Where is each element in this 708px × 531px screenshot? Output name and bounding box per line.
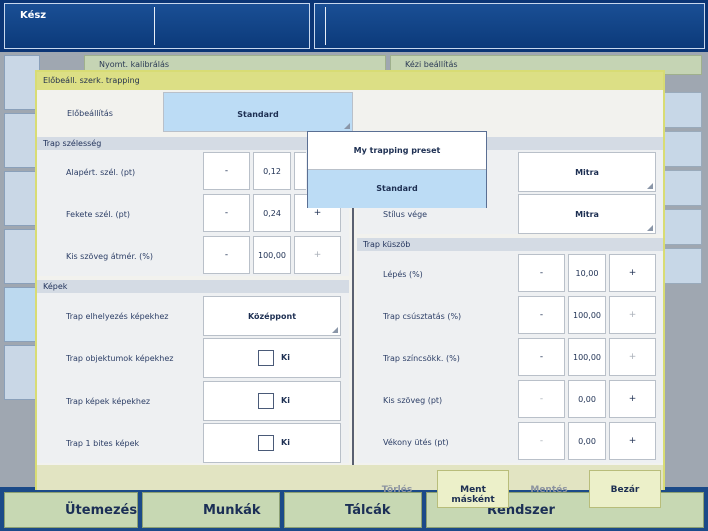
dialog-title: Előbeáll. szerk. trapping — [37, 72, 663, 90]
status-text: Kész — [20, 10, 47, 21]
nav-schedule-button[interactable]: Ütemezés — [4, 492, 138, 528]
save-button[interactable]: Mentés — [512, 472, 586, 508]
row-label: Trap képek képekhez — [66, 397, 151, 406]
value-field[interactable]: 0,00 — [568, 380, 606, 418]
tab-label: Kézi beállítás — [405, 60, 458, 69]
decrement-button[interactable]: - — [518, 254, 565, 292]
preset-select[interactable]: Standard — [163, 92, 353, 132]
preset-dropdown: My trapping preset Standard — [307, 131, 487, 208]
decrement-button[interactable]: - — [518, 380, 565, 418]
preset-value: Standard — [237, 110, 279, 119]
toggle-objects[interactable]: Ki — [203, 338, 341, 378]
more-button[interactable] — [662, 170, 702, 206]
save-as-button[interactable]: Ment másként — [437, 470, 509, 508]
checkbox[interactable] — [258, 350, 274, 366]
toggle-1bit[interactable]: Ki — [203, 423, 341, 463]
row-label: Kis szöveg (pt) — [383, 396, 443, 405]
nav-label: Ütemezés — [65, 503, 138, 518]
increment-button[interactable]: + — [609, 254, 656, 292]
close-button[interactable]: Bezár — [589, 470, 661, 508]
row-label: Lépés (%) — [383, 270, 423, 279]
row-label: Trap színcsökk. (%) — [383, 354, 460, 363]
row-label: Kis szöveg átmér. (%) — [66, 252, 153, 261]
placement-select[interactable]: Középpont — [203, 296, 341, 336]
row-label: Trap elhelyezés képekhez — [66, 312, 169, 321]
increment-button[interactable]: + — [609, 296, 656, 334]
status-divider — [154, 7, 155, 45]
section-width: Trap szélesség — [37, 137, 349, 150]
increment-button[interactable]: + — [609, 422, 656, 460]
value-field[interactable]: 0,24 — [253, 194, 291, 232]
tab-label: Nyomt. kalibrálás — [99, 60, 170, 69]
increment-button[interactable]: + — [294, 236, 341, 274]
delete-button[interactable]: Törlés — [360, 472, 434, 508]
decrement-button[interactable]: - — [518, 422, 565, 460]
join-style-select[interactable]: Mitra — [518, 152, 656, 192]
decrement-button[interactable]: - — [203, 152, 250, 190]
row-label: Alapért. szél. (pt) — [66, 168, 136, 177]
more-button[interactable] — [662, 131, 702, 167]
decrement-button[interactable]: - — [518, 338, 565, 376]
row-label: Fekete szél. (pt) — [66, 210, 131, 219]
section-images: Képek — [37, 280, 349, 293]
select-value: Középpont — [247, 312, 297, 321]
toggle-images[interactable]: Ki — [203, 381, 341, 421]
value-field[interactable]: 10,00 — [568, 254, 606, 292]
value-field[interactable]: 100,00 — [253, 236, 291, 274]
decrement-button[interactable]: - — [518, 296, 565, 334]
select-corner-icon — [332, 327, 338, 333]
select-value: Mitra — [575, 168, 599, 177]
toggle-value: Ki — [281, 438, 290, 447]
increment-button[interactable]: + — [609, 338, 656, 376]
preset-label: Előbeállítás — [67, 109, 113, 118]
nav-jobs-button[interactable]: Munkák — [142, 492, 280, 528]
select-corner-icon — [647, 225, 653, 231]
end-style-select[interactable]: Mitra — [518, 194, 656, 234]
value-field[interactable]: 0,00 — [568, 422, 606, 460]
select-corner-icon — [344, 123, 350, 129]
status-panel — [4, 3, 310, 49]
dropdown-option[interactable]: My trapping preset — [308, 132, 486, 170]
value-field[interactable]: 100,00 — [568, 296, 606, 334]
value-field[interactable]: 0,12 — [253, 152, 291, 190]
decrement-button[interactable]: - — [203, 194, 250, 232]
nav-label: Munkák — [203, 503, 261, 518]
row-label: Trap 1 bites képek — [66, 439, 140, 448]
checkbox[interactable] — [258, 435, 274, 451]
row-label: Trap objektumok képekhez — [66, 354, 174, 363]
dropdown-option-selected[interactable]: Standard — [308, 170, 486, 208]
row-label: Stílus vége — [383, 210, 428, 219]
value-field[interactable]: 100,00 — [568, 338, 606, 376]
checkbox[interactable] — [258, 393, 274, 409]
toggle-value: Ki — [281, 396, 290, 405]
section-threshold: Trap küszöb — [357, 238, 663, 251]
status-divider — [325, 7, 326, 45]
increment-button[interactable] — [294, 152, 306, 190]
select-value: Mitra — [575, 210, 599, 219]
row-label: Trap csúsztatás (%) — [383, 312, 462, 321]
decrement-button[interactable]: - — [203, 236, 250, 274]
select-corner-icon — [647, 183, 653, 189]
increment-button[interactable]: + — [609, 380, 656, 418]
row-label: Vékony ütés (pt) — [383, 438, 449, 447]
more-button[interactable] — [662, 92, 702, 128]
more-button[interactable] — [662, 209, 702, 245]
more-button[interactable] — [662, 248, 702, 284]
toggle-value: Ki — [281, 353, 290, 362]
status-bar: Kész — [0, 0, 708, 52]
status-panel-right — [314, 3, 705, 49]
